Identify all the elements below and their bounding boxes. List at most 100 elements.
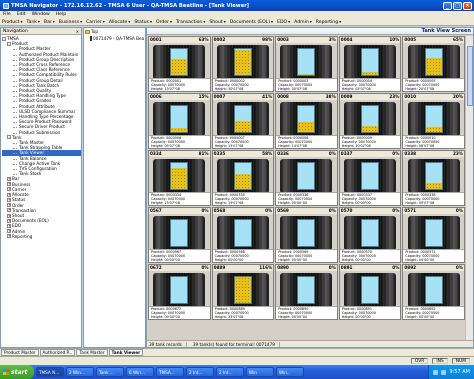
tank-card[interactable]: 0004 10% Product: 0000004 Capacity: 0007000… [338,36,402,92]
window-tab[interactable]: Tank Viewer [108,349,144,356]
expand-toggle-icon[interactable]: - [7,135,11,140]
toolbar-menu-12[interactable]: Admin [294,19,312,25]
expand-toggle-icon[interactable]: + [7,223,11,228]
scroll-thumb[interactable] [467,46,473,106]
tank-card[interactable]: 0890 0% Product: 0000890 Capacity: 00070000… [275,264,338,320]
tank-card[interactable]: 0569 0% Product: 0000569 Capacity: 00070000… [275,207,338,263]
tree-item[interactable]: + Reporting [2,234,81,239]
toolbar-menu-5[interactable]: Allocate [109,19,131,25]
toolbar-menu-9[interactable]: Shout [209,19,225,25]
toolbar-menu-2[interactable]: Bar [44,19,55,25]
tank-card[interactable]: 0891 0% Product: 0000891 Capacity: 00070000… [338,264,402,320]
taskbar-button[interactable]: 2 Int... [186,367,214,377]
tank-info: Product: 0000892 Capacity: 00070000 Height… [403,306,464,319]
toolbar-menu-10[interactable]: Documents (EOL) [230,19,273,25]
tank-card[interactable]: 0889 116% Product: 0000889 Capacity: 000700… [211,264,275,320]
taskbar-button[interactable]: TMSA... [156,367,184,377]
taskbar-button[interactable]: 2 Int... [216,367,244,377]
tank-card[interactable]: 0005 65% Product: 0000005 Capacity: 0007000… [402,36,465,92]
tank-card[interactable]: 0009 23% Product: 0000009 Capacity: 0007000… [338,93,402,149]
tank-cylinder-icon [153,216,206,249]
tank-card[interactable]: 0007 41% Product: 0000007 Capacity: 0007000… [211,93,275,149]
tank-card[interactable]: 0672 0% Product: 0000672 Capacity: 00070000… [148,264,211,320]
tank-card[interactable]: 0567 0% Product: 0000567 Capacity: 00070000… [148,207,211,263]
network-icon[interactable] [433,369,439,375]
tank-height-label: Height: [214,144,229,148]
tank-fill-level [298,74,315,75]
close-button[interactable]: × [463,1,472,10]
expand-toggle-icon[interactable]: + [7,229,11,234]
tank-cylinder-icon [153,273,206,306]
expand-toggle-icon[interactable]: + [7,192,11,197]
tank-height-label: Height: [214,201,229,205]
vertical-scrollbar[interactable] [465,36,473,341]
tank-card[interactable]: 0337 0% Product: 0000337 Capacity: 00070000… [338,150,402,206]
clock[interactable]: 9:57 AM [449,369,470,375]
menu-item-help[interactable]: Help [56,12,66,17]
toolbar-menu-4[interactable]: Carrier [86,19,105,25]
expand-toggle-icon[interactable]: + [7,177,11,182]
taskbar-button[interactable]: 2 Win... [66,367,94,377]
tank-height-row: Height: 00'00"00 [278,258,335,262]
tank-card[interactable]: 0571 0% Product: 0000571 Capacity: 00070000… [402,207,465,263]
tank-height-row: Height: 05'07"08 [342,87,399,91]
toolbar-menu-1[interactable]: Tank [26,19,39,25]
volume-icon[interactable] [441,369,447,375]
taskbar-button[interactable]: Win.. [276,367,304,377]
toolbar-menu-6[interactable]: Status [134,19,152,25]
tank-height-value: 10'07"08 [355,144,371,148]
toolbar-menu-0[interactable]: Product [2,19,22,25]
tank-height-value: 05'07"08 [164,144,180,148]
terminal-tree-label: Top [91,29,99,34]
tank-card[interactable]: 0001 63% Product: 0000001 Capacity: 0007000… [148,36,211,92]
expand-toggle-icon[interactable]: + [7,187,11,192]
taskbar-button[interactable]: Win [246,367,274,377]
tank-card[interactable]: 0892 0% Product: 0000892 Capacity: 00070000… [402,264,465,320]
toolbar-menu-8[interactable]: Transaction [176,19,205,25]
window-tab[interactable]: Authorized P... [39,349,76,356]
tank-card[interactable]: 0568 0% Product: 0000568 Capacity: 00070000… [211,207,275,263]
tank-card[interactable]: 0008 38% Product: 0000008 Capacity: 0007000… [275,93,338,149]
toolbar-menu-3[interactable]: Business [59,19,82,25]
terminal-tree-item[interactable]: 0071479 - QA-TMSA Bea [84,35,145,42]
tank-card[interactable]: 0336 0% Product: 0000336 Capacity: 00070000… [275,150,338,206]
menu-item-edit[interactable]: Edit [17,12,26,17]
expand-toggle-icon[interactable]: + [7,218,11,223]
terminal-tree-item[interactable]: Top [84,28,145,35]
menu-item-file[interactable]: File [3,12,11,17]
expand-toggle-icon[interactable]: - [2,36,6,41]
taskbar-button[interactable]: TMSA N... [36,367,64,377]
taskbar-button[interactable]: 6 Win... [126,367,154,377]
tank-graphic [340,271,401,306]
toolbar-menu-7[interactable]: Order [156,19,172,25]
expand-toggle-icon[interactable]: - [7,41,11,46]
tank-level-gauge [233,276,252,304]
tank-card[interactable]: 0334 81% Product: 0000334 Capacity: 0007000… [148,150,211,206]
expand-toggle-icon[interactable]: + [7,208,11,213]
expand-toggle-icon[interactable]: + [7,197,11,202]
tank-card[interactable]: 0006 15% Product: 0000006 Capacity: 0007000… [148,93,211,149]
toolbar-menu-13[interactable]: Reporting [316,19,341,25]
maximize-button[interactable]: □ [453,1,462,10]
expand-toggle-icon[interactable]: + [7,182,11,187]
tank-height-value: 08'07"08 [418,144,435,148]
tank-card[interactable]: 0010 20% Product: 0000010 Capacity: 0007000… [402,93,465,149]
minimize-button[interactable]: _ [443,1,452,10]
window-tab[interactable]: Product Master [1,349,39,356]
window-tab[interactable]: Tank Master [76,349,108,356]
expand-toggle-icon[interactable]: + [7,234,11,239]
tank-card[interactable]: 0003 3% Product: 0000003 Capacity: 00070000… [275,36,338,92]
expand-toggle-icon[interactable]: + [7,213,11,218]
tank-card[interactable]: 0335 58% Product: 0000335 Capacity: 0007000… [211,150,275,206]
tank-card[interactable]: 0338 23% Product: 0000338 Capacity: 0007000… [402,150,465,206]
expand-toggle-icon[interactable]: + [7,203,11,208]
tank-card[interactable]: 0002 98% Product: 0000002 Capacity: 0007000… [211,36,275,92]
taskbar-button[interactable]: Tank ... [96,367,124,377]
close-icon[interactable]: × [76,29,79,34]
menu-item-window[interactable]: Window [32,12,50,17]
tank-graphic [276,214,337,249]
toolbar-menu-11[interactable]: EDO [277,19,290,25]
tank-card[interactable]: 0570 0% Product: 0000570 Capacity: 00070000… [338,207,402,263]
start-button[interactable]: start [0,365,34,379]
tank-height-label: Height: [278,201,292,205]
